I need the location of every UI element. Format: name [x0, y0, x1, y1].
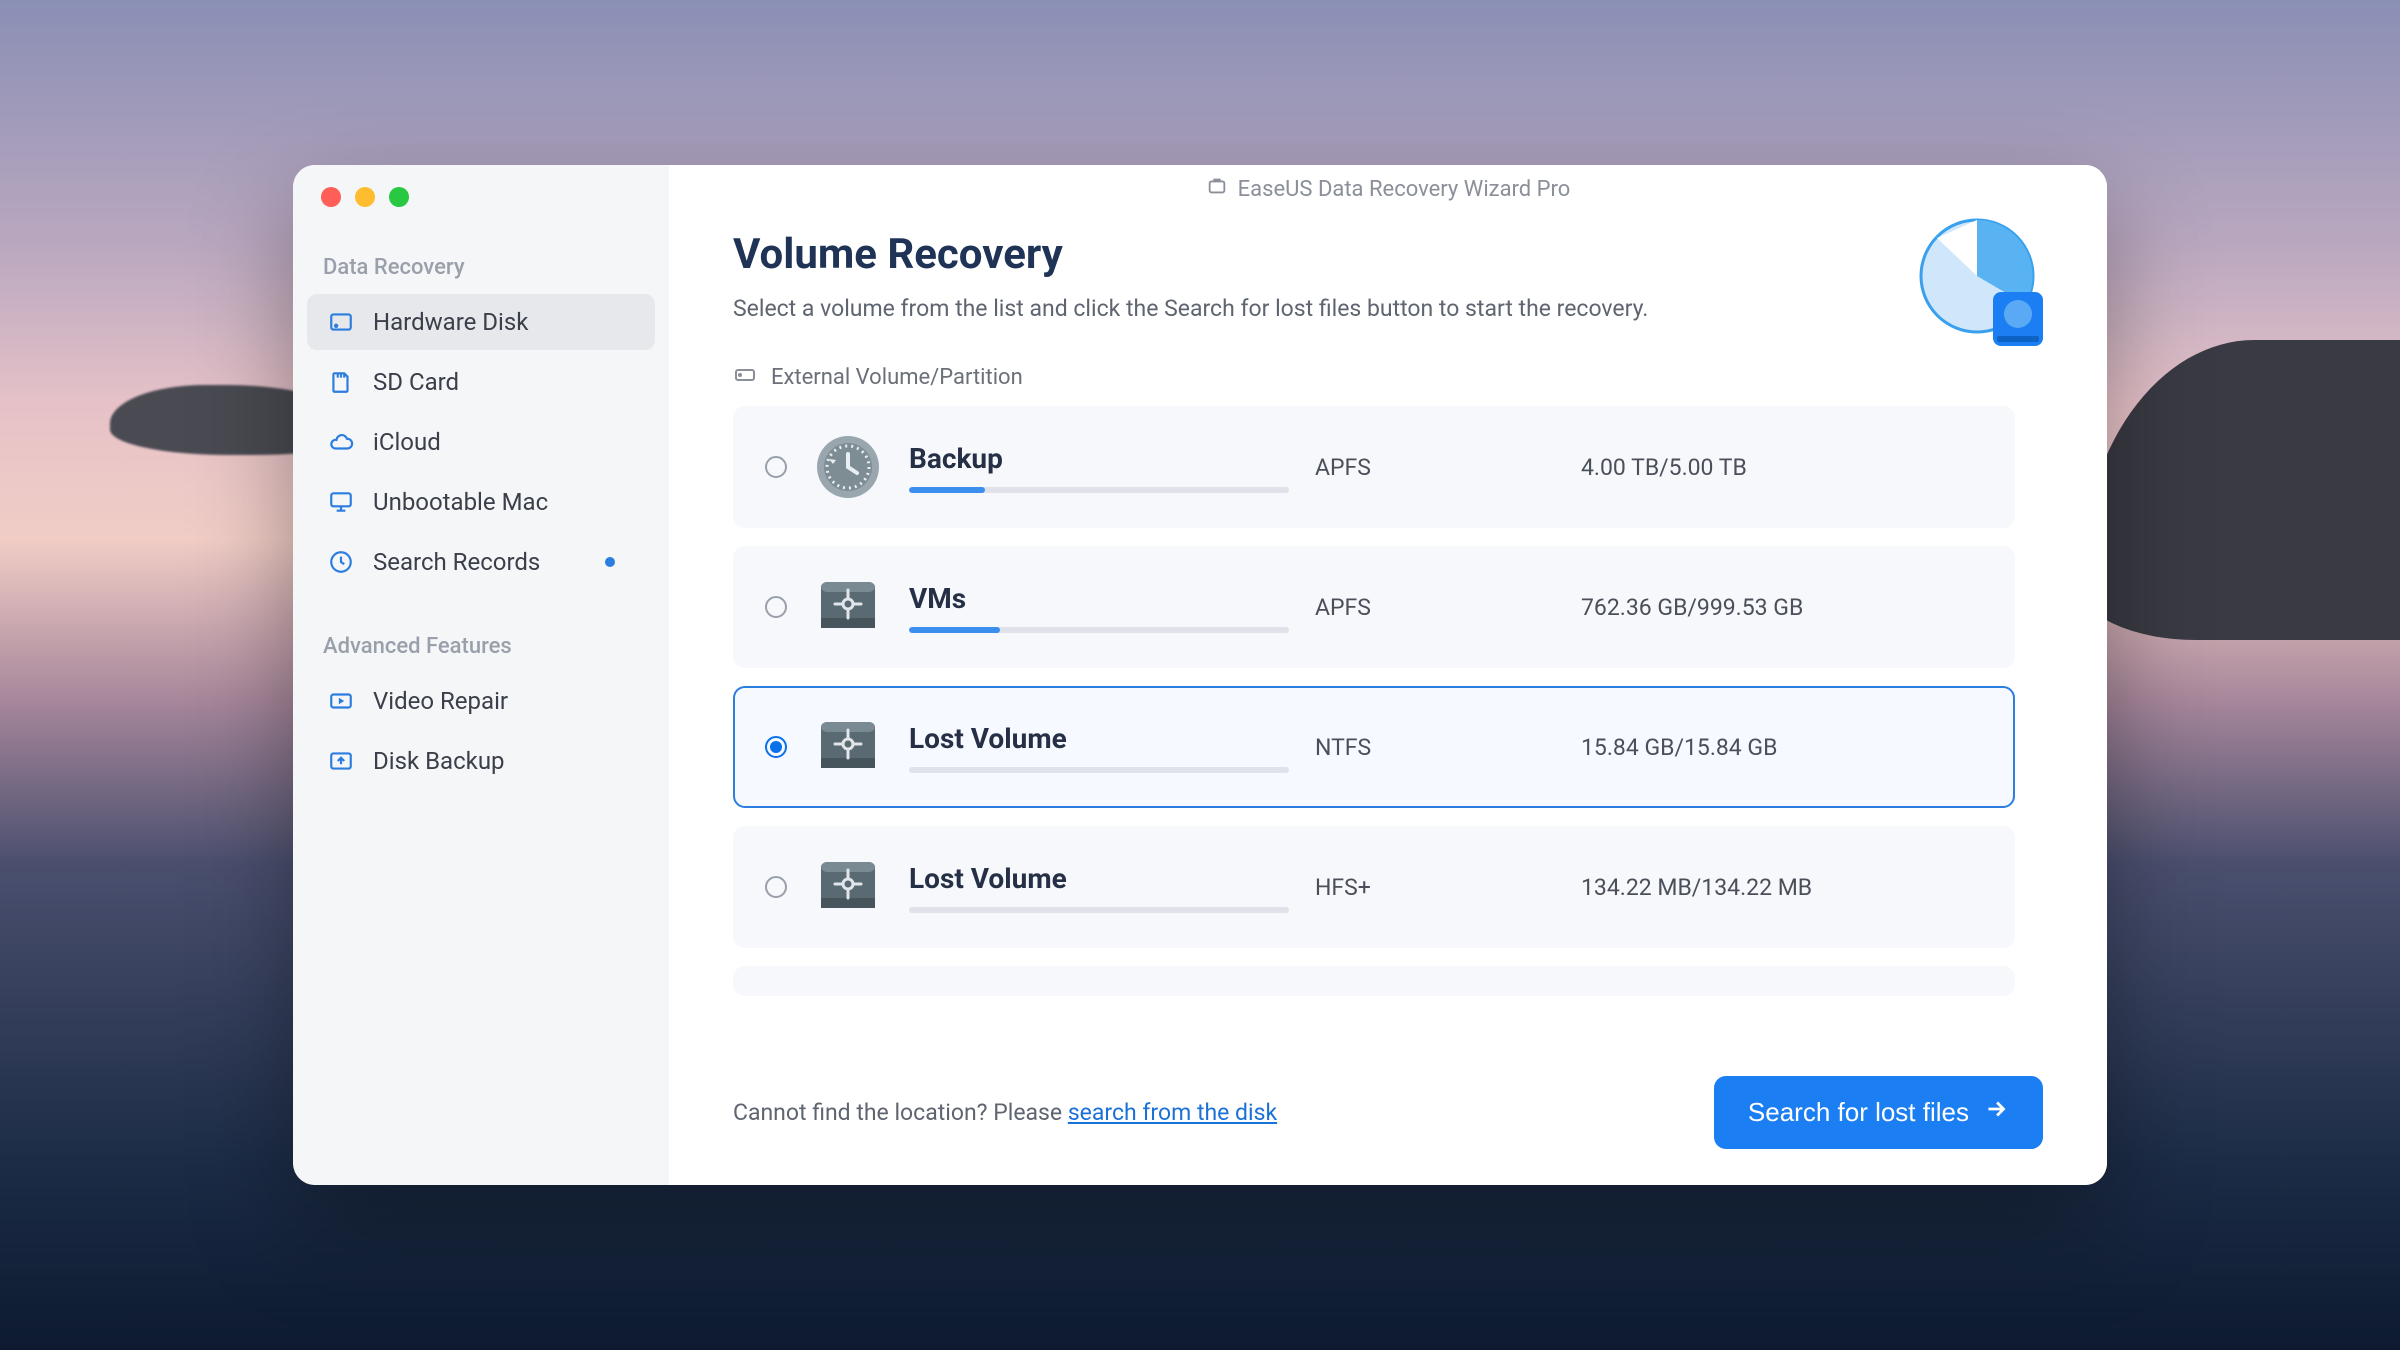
sidebar-item-label: Disk Backup: [373, 747, 505, 775]
minimize-window-button[interactable]: [355, 187, 375, 207]
wallpaper-island-right: [2080, 340, 2400, 640]
volume-filesystem: NTFS: [1315, 734, 1475, 761]
notification-dot-icon: [605, 557, 615, 567]
volume-radio[interactable]: [765, 596, 787, 618]
footer-hint-text: Cannot find the location? Please: [733, 1099, 1068, 1126]
app-title: EaseUS Data Recovery Wizard Pro: [1238, 177, 1571, 202]
drive-icon: [813, 432, 883, 502]
volume-radio[interactable]: [765, 876, 787, 898]
sidebar-heading-advanced: Advanced Features: [293, 634, 669, 659]
backup-icon: [327, 747, 355, 775]
sidebar-item-label: SD Card: [373, 368, 459, 396]
volume-row[interactable]: VMs APFS 762.36 GB/999.53 GB: [733, 546, 2015, 668]
sidebar-heading-recovery: Data Recovery: [293, 255, 669, 280]
volume-size: 134.22 MB/134.22 MB: [1501, 874, 1983, 901]
sidebar-item-hardware-disk[interactable]: Hardware Disk: [307, 294, 655, 350]
usage-bar: [909, 907, 1289, 913]
sidebar-item-video-repair[interactable]: Video Repair: [307, 673, 655, 729]
sidebar-item-label: Search Records: [373, 548, 540, 576]
monitor-icon: [327, 488, 355, 516]
section-heading-label: External Volume/Partition: [771, 365, 1023, 390]
app-window: Data Recovery Hardware Disk SD Card iClo…: [293, 165, 2107, 1185]
footer-hint: Cannot find the location? Please search …: [733, 1099, 1277, 1126]
drive-icon: [813, 572, 883, 642]
page-subtitle: Select a volume from the list and click …: [733, 295, 2043, 322]
arrow-right-icon: [1983, 1096, 2009, 1129]
sidebar-item-label: Video Repair: [373, 687, 508, 715]
drive-icon: [813, 852, 883, 922]
volume-filesystem: HFS+: [1315, 874, 1475, 901]
volume-row-peek: [733, 966, 2015, 996]
drive-icon: [813, 712, 883, 782]
volume-size: 762.36 GB/999.53 GB: [1501, 594, 1983, 621]
zoom-window-button[interactable]: [389, 187, 409, 207]
search-from-disk-link[interactable]: search from the disk: [1068, 1099, 1277, 1126]
sidebar: Data Recovery Hardware Disk SD Card iClo…: [293, 165, 669, 1185]
sidebar-item-disk-backup[interactable]: Disk Backup: [307, 733, 655, 789]
volume-size: 4.00 TB/5.00 TB: [1501, 454, 1983, 481]
volume-size: 15.84 GB/15.84 GB: [1501, 734, 1983, 761]
usage-bar: [909, 767, 1289, 773]
sidebar-item-search-records[interactable]: Search Records: [307, 534, 655, 590]
volume-radio[interactable]: [765, 736, 787, 758]
page-title: Volume Recovery: [733, 230, 2043, 279]
history-icon: [327, 548, 355, 576]
sidebar-item-label: Unbootable Mac: [373, 488, 548, 516]
volume-name: VMs: [909, 582, 1289, 615]
external-drive-icon: [733, 362, 757, 392]
volume-name: Backup: [909, 442, 1289, 475]
search-lost-files-button[interactable]: Search for lost files: [1714, 1076, 2043, 1149]
main-pane: EaseUS Data Recovery Wizard Pro Volume R…: [669, 165, 2107, 1185]
volume-row[interactable]: Lost Volume NTFS 15.84 GB/15.84 GB: [733, 686, 2015, 808]
app-icon: [1206, 175, 1228, 203]
scan-button-label: Search for lost files: [1748, 1097, 1969, 1128]
section-heading: External Volume/Partition: [733, 362, 2043, 392]
volume-row[interactable]: Lost Volume HFS+ 134.22 MB/134.22 MB: [733, 826, 2015, 948]
volume-name: Lost Volume: [909, 722, 1289, 755]
cloud-icon: [327, 428, 355, 456]
volume-list[interactable]: Backup APFS 4.00 TB/5.00 TB VMs APFS 762…: [733, 406, 2043, 1046]
volume-filesystem: APFS: [1315, 454, 1475, 481]
sidebar-item-label: Hardware Disk: [373, 308, 528, 336]
usage-bar: [909, 627, 1289, 633]
sdcard-icon: [327, 368, 355, 396]
window-controls: [293, 187, 669, 207]
sidebar-item-label: iCloud: [373, 428, 441, 456]
usage-bar: [909, 487, 1289, 493]
titlebar: EaseUS Data Recovery Wizard Pro: [669, 165, 2107, 214]
volume-recovery-hero-icon: [1907, 214, 2047, 358]
volume-radio[interactable]: [765, 456, 787, 478]
video-icon: [327, 687, 355, 715]
harddrive-icon: [327, 308, 355, 336]
sidebar-item-sd-card[interactable]: SD Card: [307, 354, 655, 410]
close-window-button[interactable]: [321, 187, 341, 207]
volume-name: Lost Volume: [909, 862, 1289, 895]
sidebar-item-icloud[interactable]: iCloud: [307, 414, 655, 470]
volume-filesystem: APFS: [1315, 594, 1475, 621]
footer: Cannot find the location? Please search …: [669, 1046, 2107, 1185]
sidebar-item-unbootable-mac[interactable]: Unbootable Mac: [307, 474, 655, 530]
volume-row[interactable]: Backup APFS 4.00 TB/5.00 TB: [733, 406, 2015, 528]
